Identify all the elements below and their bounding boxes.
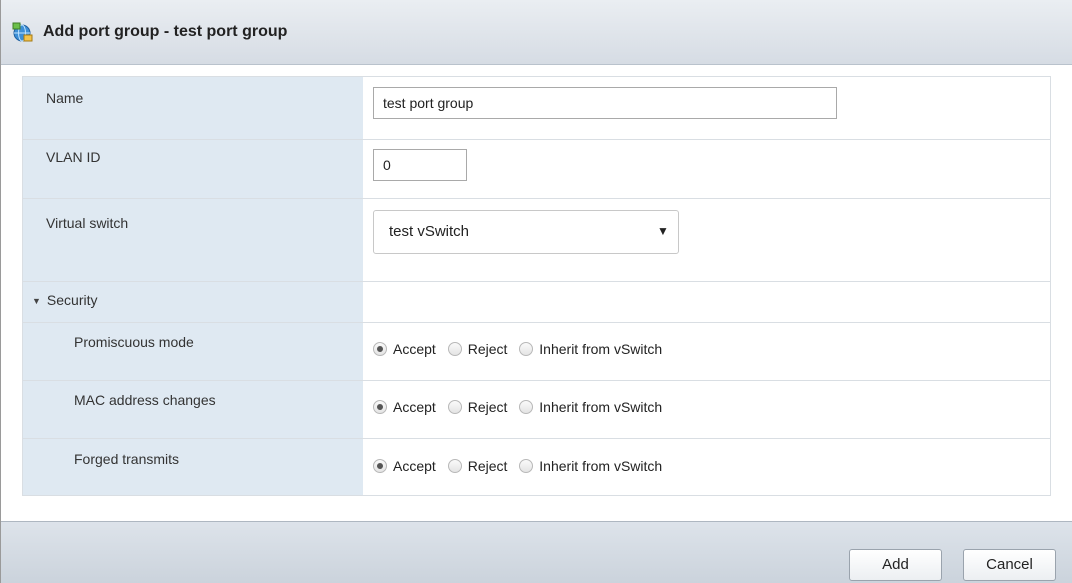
name-label: Name	[46, 90, 84, 106]
vlan-id-input[interactable]	[373, 149, 467, 181]
mac-address-changes-options: Accept Reject Inherit from vSwitch	[373, 397, 670, 417]
mac-accept-option[interactable]: Accept	[373, 397, 436, 417]
security-section-label: Security	[46, 292, 98, 308]
promiscuous-mode-options: Accept Reject Inherit from vSwitch	[373, 339, 670, 359]
mac-inherit-option[interactable]: Inherit from vSwitch	[519, 397, 662, 417]
radio-checked-icon[interactable]	[373, 400, 387, 414]
mac-reject-option[interactable]: Reject	[447, 397, 507, 417]
row-divider	[23, 198, 1050, 199]
dialog-titlebar: Add port group - test port group	[1, 0, 1072, 65]
promiscuous-mode-label: Promiscuous mode	[74, 334, 194, 350]
virtual-switch-select[interactable]: test vSwitch ▼	[373, 210, 679, 254]
forged-inherit-option[interactable]: Inherit from vSwitch	[519, 456, 662, 476]
row-divider	[23, 438, 1050, 439]
radio-checked-icon[interactable]	[373, 459, 387, 473]
radio-unchecked-icon[interactable]	[447, 342, 462, 356]
dialog-title: Add port group - test port group	[43, 23, 288, 40]
forged-reject-option[interactable]: Reject	[447, 456, 507, 476]
network-portgroup-icon	[11, 22, 33, 42]
security-section-toggle[interactable]: ▼ Security	[32, 291, 98, 310]
port-group-form: Name VLAN ID Virtual switch test vSwitch…	[22, 76, 1051, 496]
expand-arrow-icon: ▼	[32, 296, 41, 306]
dialog-footer: Add Cancel	[1, 521, 1072, 583]
row-divider	[23, 380, 1050, 381]
dropdown-arrow-icon: ▼	[657, 224, 669, 238]
forged-transmits-label: Forged transmits	[74, 451, 180, 467]
radio-unchecked-icon[interactable]	[519, 400, 534, 414]
promiscuous-reject-option[interactable]: Reject	[447, 339, 507, 359]
add-button[interactable]: Add	[849, 549, 942, 581]
radio-unchecked-icon[interactable]	[519, 342, 534, 356]
virtual-switch-label: Virtual switch	[46, 215, 129, 231]
add-port-group-dialog: Add port group - test port group Name VL…	[0, 0, 1072, 583]
row-divider	[23, 322, 1050, 323]
cancel-button[interactable]: Cancel	[963, 549, 1056, 581]
name-input[interactable]	[373, 87, 837, 119]
promiscuous-inherit-option[interactable]: Inherit from vSwitch	[519, 339, 662, 359]
mac-address-changes-label: MAC address changes	[74, 392, 216, 408]
virtual-switch-selected-value: test vSwitch	[389, 223, 470, 240]
radio-checked-icon[interactable]	[373, 342, 387, 356]
vlan-id-label: VLAN ID	[46, 149, 101, 165]
forged-accept-option[interactable]: Accept	[373, 456, 436, 476]
row-divider	[23, 139, 1050, 140]
promiscuous-accept-option[interactable]: Accept	[373, 339, 436, 359]
row-divider	[23, 281, 1050, 282]
radio-unchecked-icon[interactable]	[447, 459, 462, 473]
forged-transmits-options: Accept Reject Inherit from vSwitch	[373, 456, 670, 476]
radio-unchecked-icon[interactable]	[519, 459, 534, 473]
radio-unchecked-icon[interactable]	[447, 400, 462, 414]
